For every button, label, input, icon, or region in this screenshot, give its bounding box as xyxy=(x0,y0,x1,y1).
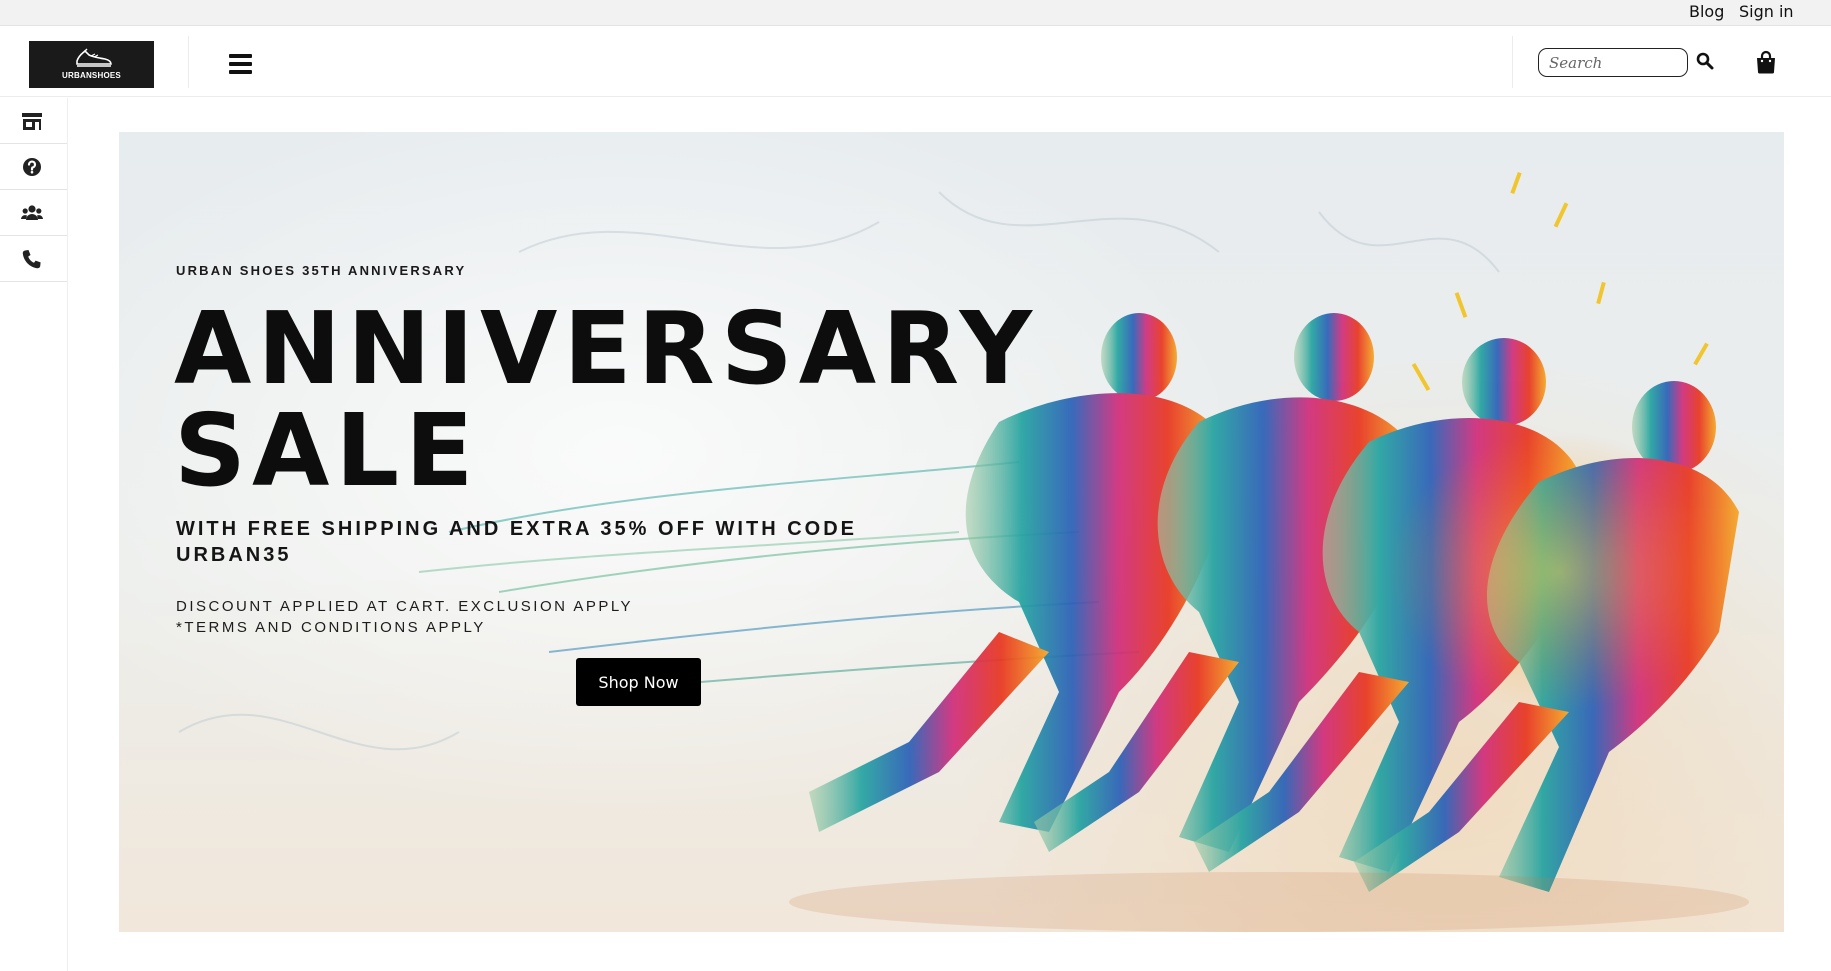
hero-disclaimer-line-1: DISCOUNT APPLIED AT CART. EXCLUSION APPL… xyxy=(176,598,634,615)
hamburger-menu-icon[interactable] xyxy=(229,54,252,74)
top-utility-bar: Blog Sign in xyxy=(0,0,1831,26)
sign-in-link[interactable]: Sign in xyxy=(1739,2,1794,21)
header-divider xyxy=(188,36,189,88)
hero-disclaimer-line-2: *TERMS AND CONDITIONS APPLY xyxy=(176,619,486,636)
hero-subtitle: WITH FREE SHIPPING AND EXTRA 35% OFF WIT… xyxy=(176,518,857,566)
shoe-logo-icon xyxy=(76,48,112,67)
blog-link[interactable]: Blog xyxy=(1689,2,1724,21)
hero-banner: URBAN SHOES 35TH ANNIVERSARY ANNIVERSARY… xyxy=(119,132,1784,932)
phone-icon xyxy=(22,250,41,269)
users-icon xyxy=(21,205,43,220)
shop-now-button[interactable]: Shop Now xyxy=(576,658,701,706)
logo-wordmark: URBANSHOES xyxy=(62,71,121,80)
sidebar-item-community[interactable] xyxy=(0,190,67,236)
header-divider xyxy=(1512,36,1513,88)
sidebar-item-store[interactable] xyxy=(0,98,67,144)
hero-title-line-1: ANNIVERSARY xyxy=(174,290,1039,407)
sidebar-item-help[interactable] xyxy=(0,144,67,190)
shopping-bag-icon[interactable] xyxy=(1755,50,1777,74)
hero-disclaimer: DISCOUNT APPLIED AT CART. EXCLUSION APPL… xyxy=(176,596,776,638)
hero-kicker: URBAN SHOES 35TH ANNIVERSARY xyxy=(176,263,467,278)
sidebar-item-contact[interactable] xyxy=(0,236,67,282)
hero-title-line-2: SALE xyxy=(174,392,480,509)
store-icon xyxy=(22,113,42,130)
search-icon[interactable] xyxy=(1696,52,1714,70)
search-input[interactable] xyxy=(1538,48,1688,77)
help-circle-icon xyxy=(23,158,41,176)
urbanshoes-logo[interactable]: URBANSHOES xyxy=(29,41,154,88)
left-icon-rail xyxy=(0,98,68,971)
site-header: URBANSHOES xyxy=(0,26,1831,97)
hero-title: ANNIVERSARY SALE xyxy=(174,290,1039,509)
